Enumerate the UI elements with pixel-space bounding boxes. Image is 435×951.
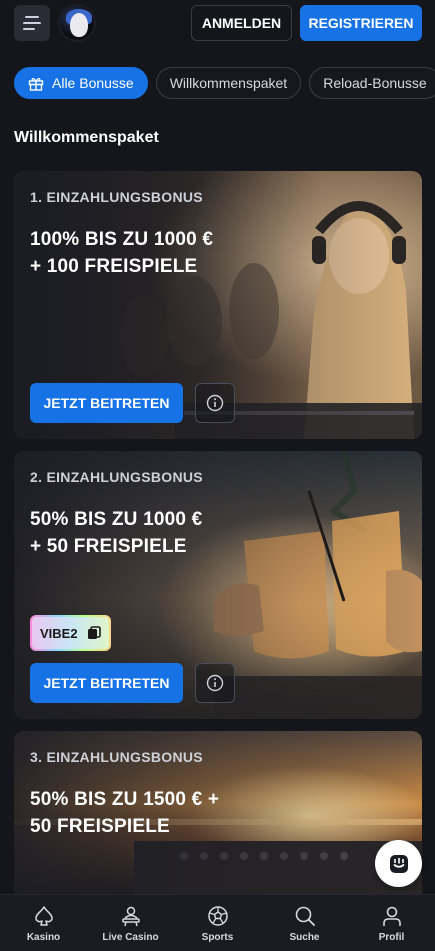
dealer-icon (119, 904, 143, 928)
tab-welcome-package[interactable]: Willkommenspaket (155, 67, 302, 99)
menu-icon-line (25, 16, 39, 18)
nav-item-profile[interactable]: Profil (348, 895, 435, 951)
nav-label: Live Casino (102, 932, 159, 943)
menu-button[interactable] (14, 5, 50, 41)
promo-code-text: VIBE2 (40, 625, 78, 641)
card-headline: 50% BIS ZU 1000 € + 50 FREISPIELE (30, 509, 203, 557)
nav-item-live-casino[interactable]: Live Casino (87, 895, 174, 951)
live-chat-button[interactable] (375, 840, 422, 887)
tab-all-bonuses[interactable]: Alle Bonusse (14, 67, 148, 99)
nav-item-sports[interactable]: Sports (174, 895, 261, 951)
tab-label: Willkommenspaket (169, 75, 288, 91)
menu-icon-line (23, 22, 41, 24)
soccer-ball-icon (206, 904, 230, 928)
promo-code-chip[interactable]: VIBE2 (30, 615, 111, 651)
chat-icon (389, 854, 408, 873)
copy-icon (88, 626, 101, 639)
bonus-filter-tabs: Alle Bonusse Willkommenspaket Reload-Bon… (14, 67, 435, 99)
user-icon (380, 904, 404, 928)
section-title: Willkommenspaket (14, 129, 159, 146)
nav-label: Profil (378, 932, 405, 943)
brand-logo[interactable] (58, 4, 96, 42)
tab-reload-bonuses[interactable]: Reload-Bonusse (309, 67, 435, 99)
info-icon (206, 394, 224, 412)
top-header: ANMELDEN REGISTRIEREN (0, 0, 435, 46)
nav-label: Sports (201, 932, 234, 943)
search-icon (293, 904, 317, 928)
bonus-card[interactable]: 3. EINZAHLUNGSBONUS 50% BIS ZU 1500 € + … (14, 731, 422, 894)
nav-label: Suche (289, 932, 320, 943)
bottom-navigation: Kasino Live Casino Sports Suche Profil (0, 894, 435, 951)
tab-label: Reload-Bonusse (323, 75, 427, 91)
card-headline: 50% BIS ZU 1500 € + 50 FREISPIELE (30, 789, 220, 837)
bonus-card[interactable]: 1. EINZAHLUNGSBONUS 100% BIS ZU 1000 € +… (14, 171, 422, 439)
nav-item-search[interactable]: Suche (261, 895, 348, 951)
nav-item-kasino[interactable]: Kasino (0, 895, 87, 951)
menu-icon-line (23, 28, 35, 30)
login-button[interactable]: ANMELDEN (191, 5, 292, 41)
gift-icon (28, 76, 44, 91)
card-headline: 100% BIS ZU 1000 € + 100 FREISPIELE (30, 229, 214, 277)
info-button[interactable] (195, 663, 235, 703)
info-button[interactable] (195, 383, 235, 423)
tab-label: Alle Bonusse (52, 75, 134, 91)
bonus-card[interactable]: 2. EINZAHLUNGSBONUS 50% BIS ZU 1000 € + … (14, 451, 422, 719)
card-eyebrow: 1. EINZAHLUNGSBONUS (30, 189, 203, 205)
card-eyebrow: 2. EINZAHLUNGSBONUS (30, 469, 203, 485)
spade-icon (32, 904, 56, 928)
card-eyebrow: 3. EINZAHLUNGSBONUS (30, 749, 203, 765)
nav-label: Kasino (26, 932, 61, 943)
info-icon (206, 674, 224, 692)
join-button[interactable]: JETZT BEITRETEN (30, 663, 183, 703)
register-button[interactable]: REGISTRIEREN (300, 5, 422, 41)
join-button[interactable]: JETZT BEITRETEN (30, 383, 183, 423)
